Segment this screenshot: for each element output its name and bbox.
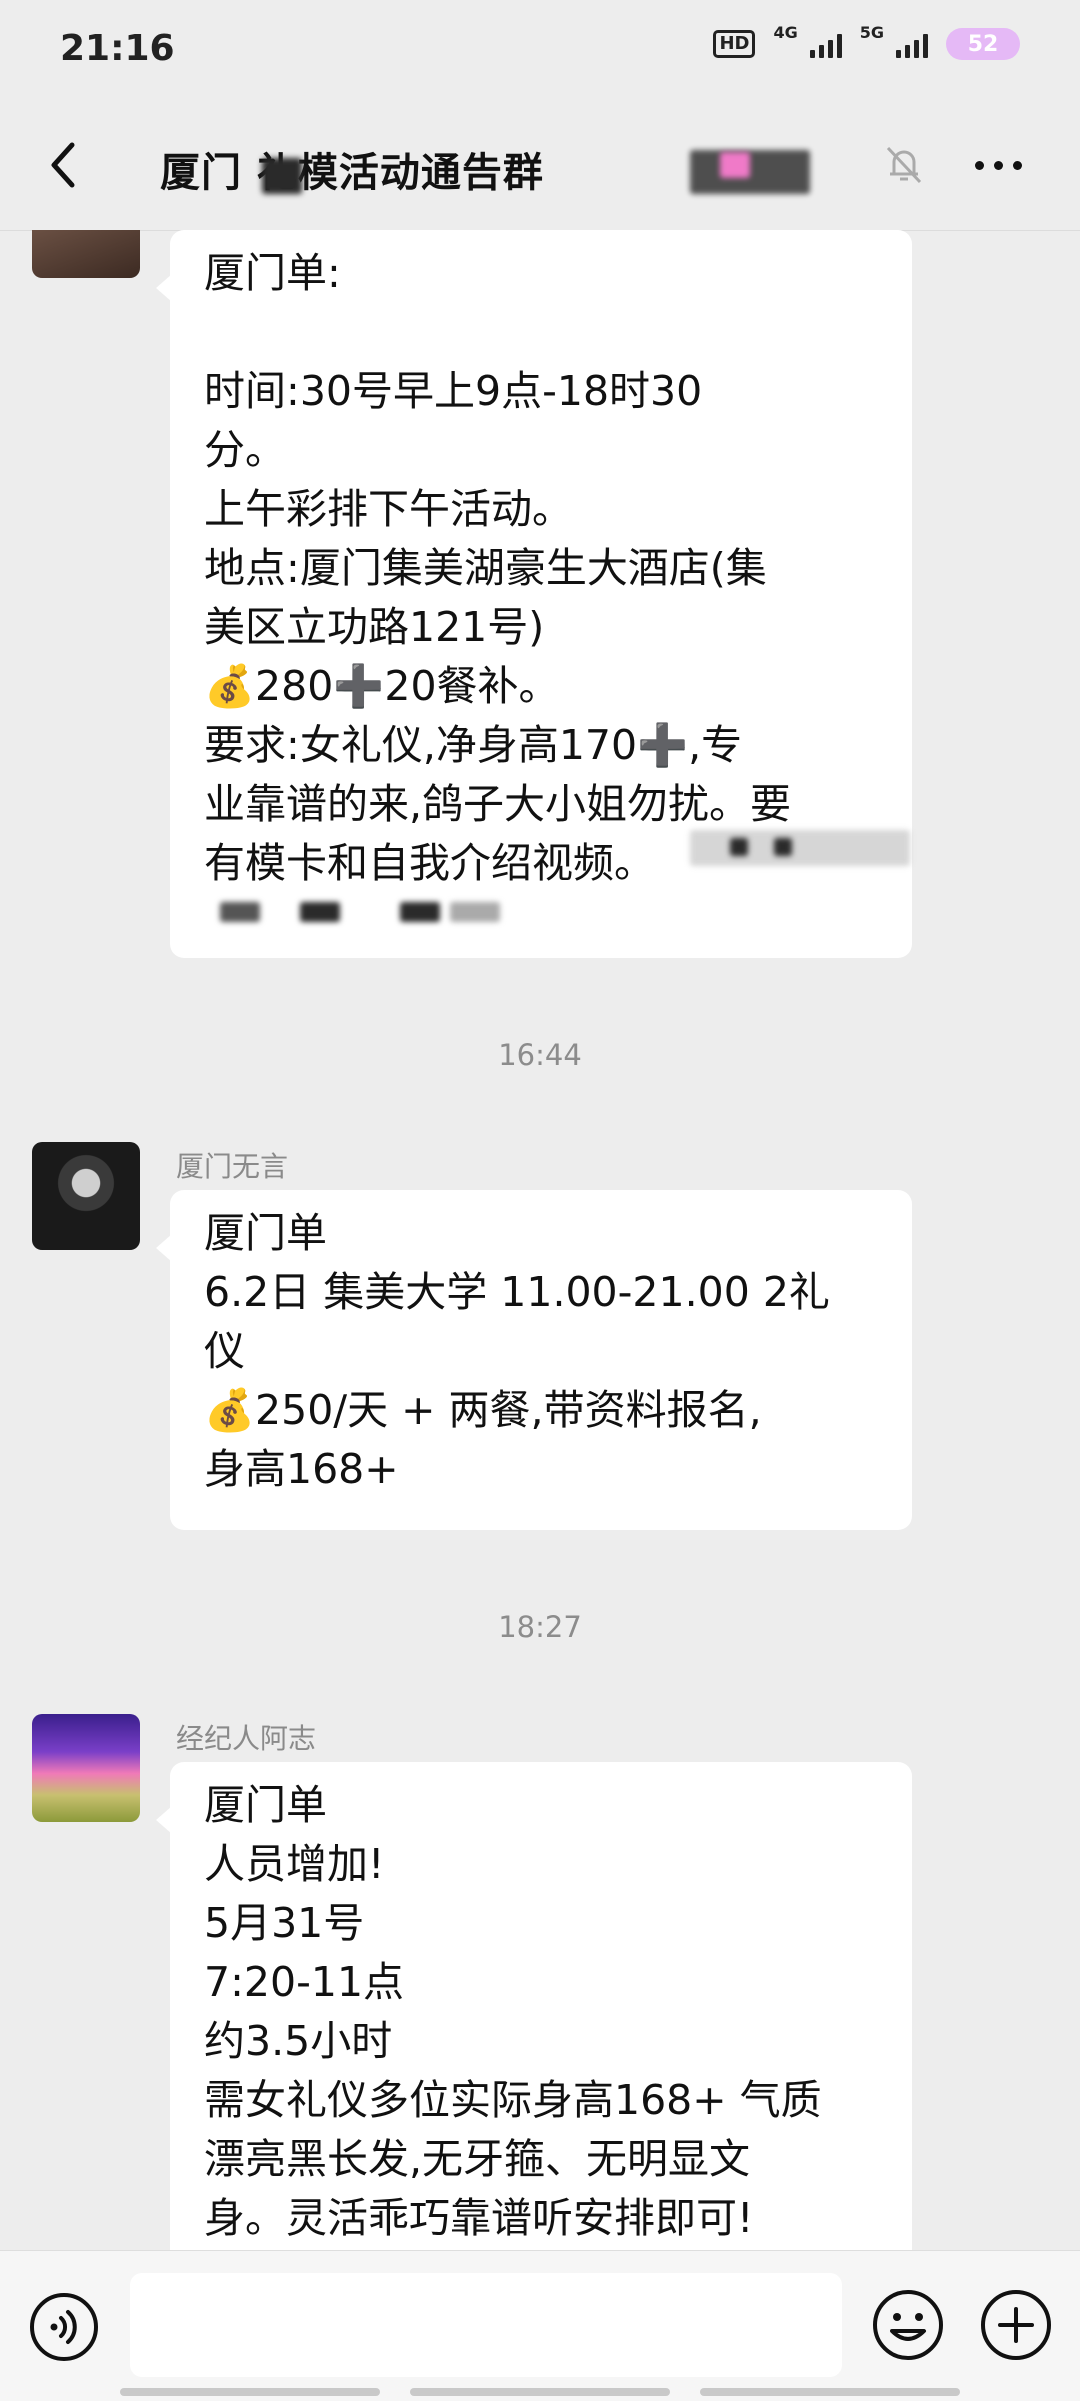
message-line: 分。 — [204, 426, 286, 474]
redaction-mark — [400, 902, 440, 922]
voice-icon — [30, 2293, 98, 2361]
chat-header: 厦门 礼模活动通告群 — [0, 100, 1080, 231]
sender-name: 厦门无言 — [176, 1150, 289, 1183]
redaction-mark — [720, 152, 750, 178]
network-4g-label: 4G — [773, 22, 798, 42]
chat-message-list[interactable]: 厦门单: 时间:30号早上9点-18时30 分。 上午彩排下午活动。 地点:厦门… — [0, 230, 1080, 2250]
message-line: 身。灵活乖巧靠谱听安排即可! — [204, 2194, 754, 2242]
plus-icon — [981, 2290, 1051, 2360]
message-line: 厦门单 — [204, 1209, 327, 1257]
redaction-mark — [690, 150, 810, 194]
emoji-icon — [873, 2290, 943, 2360]
network-5g-label: 5G — [859, 22, 884, 42]
timestamp: 18:27 — [498, 1610, 582, 1644]
redaction-mark — [262, 158, 302, 194]
message-line: 厦门单 — [204, 1781, 327, 1829]
status-time: 21:16 — [60, 28, 175, 69]
avatar[interactable] — [32, 1714, 140, 1822]
redaction-mark — [300, 902, 340, 922]
more-button[interactable] — [975, 150, 1035, 180]
message-line: 要求:女礼仪,净身高170➕,专 — [204, 721, 743, 769]
input-bar — [0, 2250, 1080, 2401]
message-line: 6.2日 集美大学 11.00-21.00 2礼 — [204, 1268, 830, 1316]
voice-button[interactable] — [28, 2291, 100, 2363]
redaction-mark — [220, 902, 260, 922]
message-line: 7:20-11点 — [204, 1958, 405, 2006]
message-bubble[interactable]: 厦门单 人员增加! 5月31号 7:20-11点 约3.5小时 需女礼仪多位实际… — [156, 1762, 912, 2250]
back-icon — [51, 142, 75, 188]
redaction-mark — [450, 902, 500, 922]
message-line: 💰280➕20餐补。 — [204, 662, 560, 710]
message-line: 美区立功路121号) — [204, 603, 545, 651]
emoji-button[interactable] — [870, 2287, 946, 2363]
status-bar: 21:16 HD 4G 5G 52 — [0, 0, 1080, 100]
avatar[interactable] — [32, 230, 140, 278]
status-icons: HD 4G 5G 52 — [713, 23, 1020, 60]
sender-name: 经纪人阿志 — [176, 1722, 317, 1755]
message-bubble[interactable]: 厦门单: 时间:30号早上9点-18时30 分。 上午彩排下午活动。 地点:厦门… — [156, 230, 912, 958]
message-input[interactable] — [130, 2273, 842, 2377]
redaction-mark — [774, 838, 792, 856]
signal-icon — [809, 30, 842, 58]
message-line: 漂亮黑长发,无牙箍、无明显文 — [204, 2135, 751, 2183]
message-line: 上午彩排下午活动。 — [204, 485, 573, 533]
plus-button[interactable] — [978, 2287, 1054, 2363]
message-line: 业靠谱的来,鸽子大小姐勿扰。要 — [204, 780, 792, 828]
message-line: 人员增加! — [204, 1840, 385, 1888]
back-button[interactable] — [36, 138, 90, 192]
redaction-mark — [690, 830, 910, 866]
message-line: 身高168+ — [204, 1445, 399, 1493]
avatar[interactable] — [32, 1142, 140, 1250]
mute-bell-icon — [886, 146, 922, 184]
chat-title[interactable]: 厦门 礼模活动通告群 — [160, 140, 544, 198]
message-line: 💰250/天 + 两餐,带资料报名, — [204, 1386, 762, 1434]
timestamp: 16:44 — [498, 1038, 582, 1072]
message-line: 约3.5小时 — [204, 2017, 393, 2065]
message-bubble[interactable]: 厦门单 6.2日 集美大学 11.00-21.00 2礼 仪 💰250/天 + … — [156, 1190, 912, 1530]
message-line: 时间:30号早上9点-18时30 — [204, 367, 703, 415]
message-line — [204, 303, 880, 362]
redaction-mark — [730, 838, 748, 856]
message-line: 需女礼仪多位实际身高168+ 气质 — [204, 2076, 822, 2124]
message-line: 地点:厦门集美湖豪生大酒店(集 — [204, 544, 767, 592]
hd-icon: HD — [713, 30, 756, 58]
home-indicator[interactable] — [120, 2388, 960, 2396]
more-icon — [975, 160, 984, 170]
message-line: 仪 — [204, 1327, 245, 1375]
battery-icon: 52 — [946, 28, 1020, 60]
signal-icon-2 — [896, 30, 928, 58]
message-line: 厦门单: — [204, 249, 341, 297]
message-line: 5月31号 — [204, 1899, 365, 1947]
